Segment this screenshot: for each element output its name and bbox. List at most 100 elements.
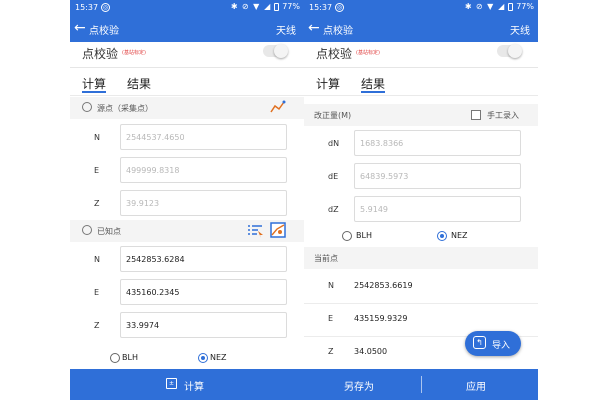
import-button[interactable]: ↰ 导入 bbox=[465, 331, 521, 356]
back-arrow-icon[interactable]: ← bbox=[308, 20, 322, 36]
calculator-icon: ± bbox=[166, 378, 177, 389]
status-icons: ✱ ⊘ ▼ ◢ 77% bbox=[464, 2, 534, 11]
known-n-input[interactable]: 2542853.6284 bbox=[120, 246, 287, 272]
back-arrow-icon[interactable]: ← bbox=[74, 20, 88, 36]
tab-result[interactable]: 结果 bbox=[127, 75, 151, 92]
radio-blh[interactable] bbox=[110, 353, 120, 363]
calibration-row: 点校验 (基站标定) bbox=[304, 42, 538, 68]
source-z-input[interactable]: 39.9123 bbox=[120, 190, 287, 216]
tab-bar: 计算 结果 bbox=[70, 70, 304, 96]
notification-icon: ◎ bbox=[335, 3, 344, 12]
radio-blh-label: BLH bbox=[356, 231, 372, 240]
source-z-row: Z 39.9123 bbox=[70, 187, 304, 220]
wifi-icon: ▼ bbox=[253, 2, 260, 11]
current-z-value: 34.0500 bbox=[354, 347, 388, 356]
manual-entry-label: 手工录入 bbox=[487, 111, 519, 120]
radio-nez-label: NEZ bbox=[210, 353, 227, 362]
wifi-icon: ▼ bbox=[487, 2, 494, 11]
calibration-subtitle: (基站标定) bbox=[356, 50, 380, 56]
source-n-row: N 2544537.4650 bbox=[70, 121, 304, 154]
battery-percent: 77% bbox=[282, 2, 300, 11]
dn-input[interactable]: 1683.8366 bbox=[354, 130, 521, 156]
app-bar: ← 点校验 天线 bbox=[304, 15, 538, 42]
current-point-title: 当前点 bbox=[314, 254, 338, 263]
tab-bar: 计算 结果 bbox=[304, 70, 538, 96]
de-row: dE 64839.5973 bbox=[304, 160, 538, 193]
battery-icon bbox=[274, 2, 280, 11]
de-label: dE bbox=[328, 172, 339, 181]
tab-calculate[interactable]: 计算 bbox=[82, 75, 106, 92]
signal-icon: ◢ bbox=[498, 2, 505, 11]
status-time: 15:37 bbox=[75, 3, 99, 12]
mute-icon: ⊘ bbox=[475, 2, 483, 11]
calibration-toggle[interactable] bbox=[497, 44, 522, 58]
dn-row: dN 1683.8366 bbox=[304, 127, 538, 160]
trend-icon[interactable] bbox=[270, 100, 286, 114]
source-point-header: 源点（采集点） bbox=[70, 97, 304, 119]
bluetooth-icon: ✱ bbox=[230, 2, 238, 11]
known-e-label: E bbox=[94, 288, 100, 297]
status-icons: ✱ ⊘ ▼ ◢ 77% bbox=[230, 2, 300, 11]
dn-label: dN bbox=[328, 139, 340, 148]
calibration-toggle[interactable] bbox=[263, 44, 288, 58]
status-bar: 15:37 ◎ ✱ ⊘ ▼ ◢ 77% bbox=[304, 0, 538, 15]
known-point-header: 已知点 bbox=[70, 220, 304, 242]
status-time: 15:37 bbox=[309, 3, 333, 12]
source-e-row: E 499999.8318 bbox=[70, 154, 304, 187]
app-bar: ← 点校验 天线 bbox=[70, 15, 304, 42]
radio-blh-label: BLH bbox=[122, 353, 138, 362]
tab-result[interactable]: 结果 bbox=[361, 75, 385, 92]
target-icon bbox=[82, 102, 92, 112]
known-point-title: 已知点 bbox=[97, 227, 121, 236]
radio-nez[interactable] bbox=[437, 231, 447, 241]
page-title: 点校验 bbox=[323, 26, 353, 37]
battery-percent: 77% bbox=[516, 2, 534, 11]
current-e-label: E bbox=[328, 314, 334, 323]
left-screen: 15:37 ◎ ✱ ⊘ ▼ ◢ 77% ← 点校验 天线 点校验 (基站标定) … bbox=[70, 0, 304, 400]
known-e-input[interactable]: 435160.2345 bbox=[120, 279, 287, 305]
calibration-subtitle: (基站标定) bbox=[122, 50, 146, 56]
tab-active-indicator bbox=[82, 91, 106, 93]
current-n-row: N 2542853.6619 bbox=[304, 270, 538, 303]
current-z-label: Z bbox=[328, 347, 334, 356]
target-icon bbox=[82, 225, 92, 235]
map-pick-icon[interactable] bbox=[270, 222, 286, 238]
radio-blh[interactable] bbox=[342, 231, 352, 241]
radio-nez[interactable] bbox=[198, 353, 208, 363]
save-as-button[interactable]: 另存为 bbox=[344, 378, 374, 393]
radio-nez-label: NEZ bbox=[451, 231, 468, 240]
calibration-title: 点校验 bbox=[316, 47, 353, 61]
current-n-value: 2542853.6619 bbox=[354, 281, 413, 290]
list-pick-icon[interactable] bbox=[247, 223, 264, 238]
known-z-label: Z bbox=[94, 321, 100, 330]
de-input[interactable]: 64839.5973 bbox=[354, 163, 521, 189]
manual-entry-checkbox[interactable] bbox=[471, 110, 481, 120]
apply-button[interactable]: 应用 bbox=[466, 378, 486, 393]
source-e-input[interactable]: 499999.8318 bbox=[120, 157, 287, 183]
source-z-label: Z bbox=[94, 199, 100, 208]
known-z-input[interactable]: 33.9974 bbox=[120, 312, 287, 338]
known-z-row: Z 33.9974 bbox=[70, 309, 304, 342]
toggle-knob bbox=[274, 44, 288, 58]
current-n-label: N bbox=[328, 281, 334, 290]
coord-type-radio-group: BLH NEZ bbox=[70, 351, 304, 367]
dz-row: dZ 5.9149 bbox=[304, 193, 538, 226]
page-title: 点校验 bbox=[89, 26, 119, 37]
tab-calculate[interactable]: 计算 bbox=[316, 75, 340, 92]
known-n-row: N 2542853.6284 bbox=[70, 243, 304, 276]
current-point-header: 当前点 bbox=[304, 247, 538, 269]
tab-active-indicator bbox=[361, 91, 385, 93]
antenna-button[interactable]: 天线 bbox=[276, 22, 296, 37]
correction-title: 改正量(M) bbox=[314, 111, 352, 120]
calibration-title: 点校验 bbox=[82, 47, 119, 61]
calibration-row: 点校验 (基站标定) bbox=[70, 42, 304, 68]
signal-icon: ◢ bbox=[264, 2, 271, 11]
antenna-button[interactable]: 天线 bbox=[510, 22, 530, 37]
notification-icon: ◎ bbox=[101, 3, 110, 12]
calculate-button[interactable]: ± 计算 bbox=[70, 369, 304, 400]
bottom-action-bar: 另存为 应用 bbox=[304, 369, 538, 400]
dz-input[interactable]: 5.9149 bbox=[354, 196, 521, 222]
current-e-value: 435159.9329 bbox=[354, 314, 408, 323]
source-e-label: E bbox=[94, 166, 100, 175]
source-n-input[interactable]: 2544537.4650 bbox=[120, 124, 287, 150]
